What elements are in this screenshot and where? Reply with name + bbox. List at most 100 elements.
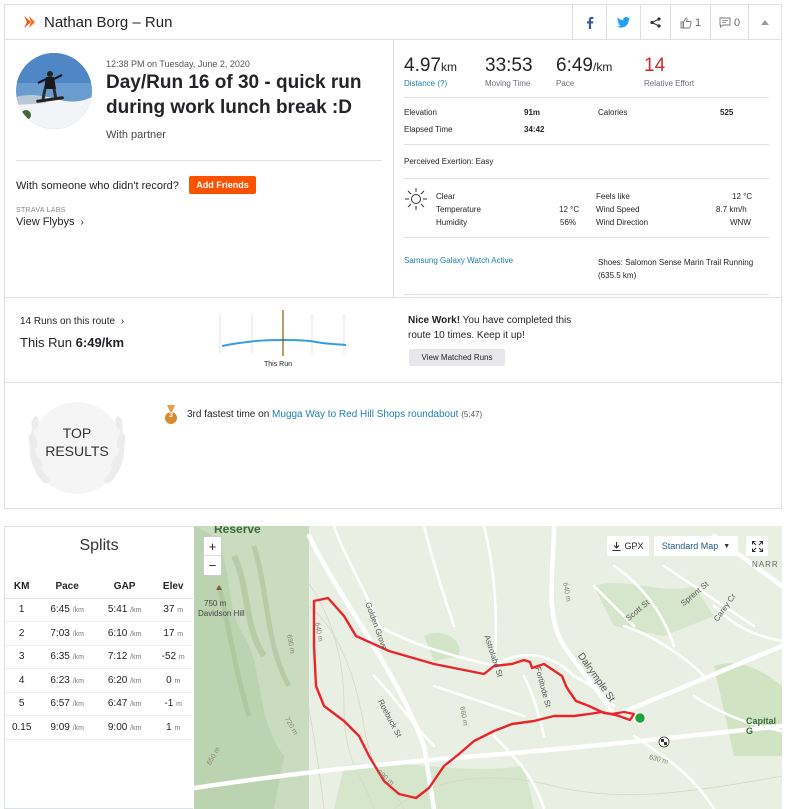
table-row: 4 6:23 /km 6:20 /km 0 m: [5, 668, 193, 693]
chevron-right-icon: ›: [80, 217, 84, 228]
share-button[interactable]: [640, 5, 670, 40]
distance-unit: km: [440, 60, 457, 74]
add-friends-button[interactable]: Add Friends: [189, 176, 256, 194]
split-km: 2: [5, 621, 39, 646]
split-elev-unit: m: [177, 607, 184, 615]
split-elev-value: 37: [163, 604, 175, 616]
split-pace: 7:03 /km: [38, 621, 96, 646]
fullscreen-button[interactable]: [746, 536, 768, 556]
avatar[interactable]: [16, 53, 92, 129]
caret-down-icon: ▼: [723, 542, 731, 550]
device-link[interactable]: Samsung Galaxy Watch Active: [404, 256, 513, 265]
split-pace-unit: /km: [72, 677, 84, 685]
split-km: 3: [5, 645, 39, 669]
split-elev-value: -1: [164, 698, 174, 710]
split-pace-unit: /km: [72, 630, 84, 638]
achievement-prefix: 3rd fastest time: [187, 409, 256, 420]
strava-labs-label: STRAVA LABS: [16, 207, 66, 214]
facebook-share-button[interactable]: [572, 5, 606, 40]
activity-datetime: 12:38 PM on Tuesday, June 2, 2020: [106, 59, 250, 69]
calories-value: 525: [720, 108, 734, 117]
segment-link[interactable]: Mugga Way to Red Hill Shops roundabout: [272, 409, 458, 420]
divider: [404, 144, 769, 145]
zoom-controls: + −: [203, 536, 222, 576]
with-partner-label: With partner: [106, 129, 166, 141]
chevron-right-icon: ›: [120, 316, 125, 327]
view-flybys-link[interactable]: View Flybys ›: [16, 216, 84, 228]
split-gap-value: 6:10: [107, 627, 128, 639]
split-gap-unit: /km: [130, 677, 142, 685]
map-type-select[interactable]: Standard Map ▼: [654, 536, 738, 556]
activity-owner-title: Nathan Borg – Run: [44, 13, 173, 31]
comment-icon: [719, 17, 731, 28]
twitter-share-button[interactable]: [606, 5, 640, 40]
zoom-in-button[interactable]: +: [204, 537, 221, 556]
stat-relative-effort[interactable]: 14 Relative Effort: [644, 55, 694, 88]
medal-rank: 3: [169, 412, 173, 419]
calories-label: Calories: [598, 108, 628, 117]
runs-on-route-link[interactable]: 14 Runs on this route ›: [20, 316, 124, 327]
column-header-elev: Elev: [153, 575, 193, 599]
thumbs-up-icon: [680, 17, 692, 28]
map-label-reserve: Reserve: [214, 526, 261, 536]
split-pace-unit: /km: [72, 701, 84, 709]
map-label-hill: Davidson Hill: [198, 609, 245, 618]
divider: [404, 294, 769, 295]
split-elev-value: 17: [163, 627, 175, 639]
view-matched-runs-button[interactable]: View Matched Runs: [409, 349, 505, 366]
collapse-button[interactable]: [748, 5, 781, 40]
route-map[interactable]: Reserve 750 m Davidson Hill Golden Grove…: [194, 526, 782, 809]
matched-runs-chart: [219, 310, 347, 356]
split-pace: 6:45 /km: [38, 598, 96, 622]
divider: [404, 97, 769, 98]
nice-work-message: Nice Work! You have completed this route…: [408, 313, 578, 343]
split-gap: 6:10 /km: [95, 621, 154, 646]
achievement-item: 3rd fastest time on Mugga Way to Red Hil…: [187, 409, 482, 420]
column-header-km: KM: [5, 575, 39, 599]
segment-time: (5:47): [461, 410, 483, 419]
split-pace-value: 6:45: [50, 604, 70, 616]
split-gap-value: 9:00: [107, 721, 128, 733]
split-gap: 9:00 /km: [95, 715, 154, 740]
split-elev-unit: m: [174, 677, 181, 685]
split-gap-value: 6:20: [107, 674, 128, 686]
split-pace: 6:35 /km: [38, 645, 96, 669]
relative-effort-label: Relative Effort: [644, 79, 695, 88]
split-elev-unit: m: [176, 701, 182, 709]
strava-logo-icon: [24, 16, 35, 28]
humidity-value: 56%: [560, 218, 577, 227]
split-gap-unit: /km: [130, 701, 142, 709]
top-results-line1: TOP: [62, 425, 92, 441]
pace-unit: /km: [592, 60, 613, 74]
activity-summary: 12:38 PM on Tuesday, June 2, 2020 Day/Ru…: [5, 40, 394, 297]
fullscreen-icon: [751, 540, 763, 552]
start-marker: [633, 711, 647, 725]
nice-work-bold: Nice Work!: [408, 315, 461, 326]
split-gap: 6:20 /km: [95, 668, 154, 693]
activity-stats: 4.97km Distance (?) 33:53 Moving Time 6:…: [394, 40, 783, 297]
activity-title: Day/Run 16 of 30 - quick run during work…: [106, 72, 362, 118]
kudos-button[interactable]: 1: [670, 5, 710, 40]
gpx-label: GPX: [624, 541, 644, 551]
achievement-on: on: [258, 409, 270, 420]
zoom-out-button[interactable]: −: [204, 556, 221, 575]
splits-title: Splits: [79, 537, 119, 554]
split-pace-value: 6:57: [50, 698, 70, 710]
matched-route-row: 14 Runs on this route › This Run 6:49/km…: [5, 297, 781, 383]
top-results-section: TOP RESULTS 3 3rd fastest time on Mugga …: [5, 383, 781, 510]
split-gap-value: 5:41: [107, 604, 128, 616]
split-elev: -1 m: [153, 692, 193, 716]
table-row: 3 6:35 /km 7:12 /km -52 m: [5, 645, 193, 669]
stat-pace: 6:49/km Pace: [556, 55, 612, 88]
temperature-value: 12 °C: [559, 205, 580, 214]
split-elev: 1 m: [153, 715, 193, 740]
distance-label[interactable]: Distance (?): [404, 79, 457, 88]
split-km: 1: [5, 598, 39, 622]
wind-direction-label: Wind Direction: [596, 218, 649, 227]
activity-header: Nathan Borg – Run 1 0: [5, 5, 781, 40]
split-elev: -52 m: [153, 645, 193, 669]
map-canvas[interactable]: [194, 526, 782, 809]
comments-button[interactable]: 0: [710, 5, 748, 40]
split-elev-value: 1: [166, 721, 172, 733]
gpx-download-button[interactable]: GPX: [607, 536, 649, 556]
